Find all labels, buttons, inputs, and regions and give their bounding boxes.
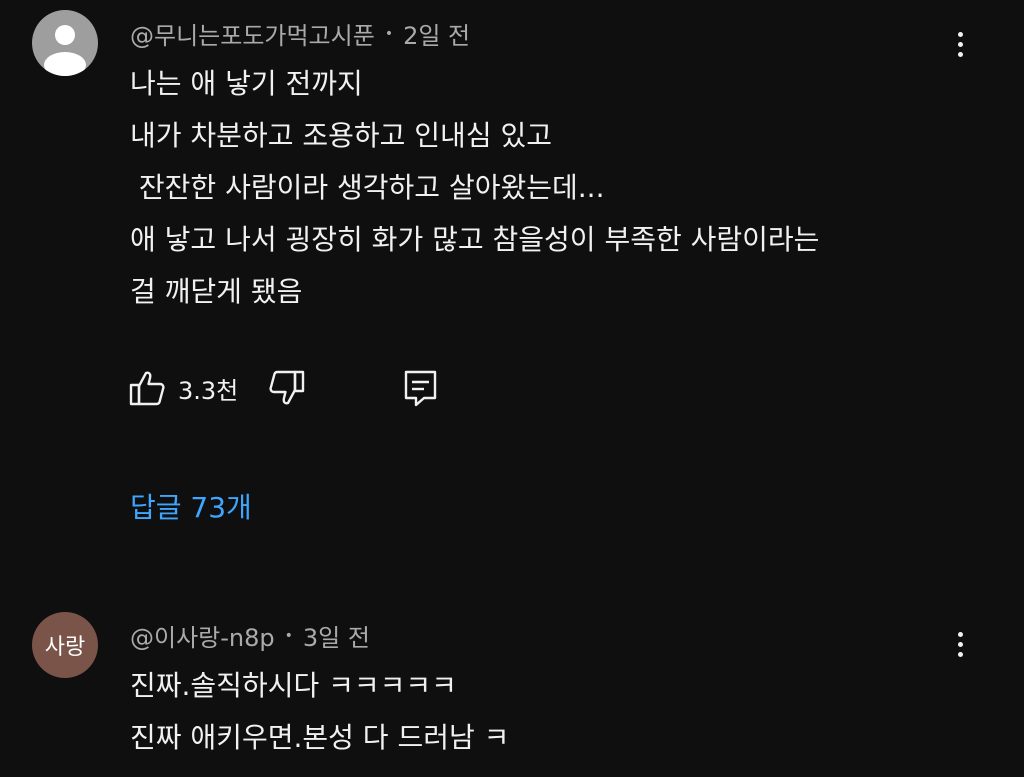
comment-actions: 3.3천 — [128, 368, 440, 408]
more-vert-dot — [957, 41, 963, 47]
comment-line: 애 낳고 나서 굉장히 화가 많고 참을성이 부족한 사람이라는 — [130, 223, 820, 256]
more-vert-dot — [957, 641, 963, 647]
reply-icon — [405, 370, 437, 407]
comment-line: 나는 애 낳기 전까지 — [130, 67, 363, 100]
more-vert-icon — [957, 631, 963, 637]
author-handle[interactable]: @무니는포도가먹고시푼 — [130, 16, 375, 51]
more-vert-dot — [957, 51, 963, 57]
comment-text: 나는 애 낳기 전까지 내가 차분하고 조용하고 인내심 있고 잔잔한 사람이라… — [130, 58, 990, 318]
like-count: 3.3천 — [178, 376, 239, 405]
default-person-icon — [44, 25, 86, 76]
comment-time[interactable]: 2일 전 — [403, 16, 470, 51]
more-options-button[interactable] — [946, 624, 974, 664]
comment-time[interactable]: 3일 전 — [303, 618, 370, 653]
avatar-text: 사랑 — [44, 635, 86, 660]
comment-line: 내가 차분하고 조용하고 인내심 있고 — [130, 119, 553, 152]
thumbs-up-icon — [129, 371, 165, 406]
meta-separator: • — [384, 25, 394, 42]
comment-line: 잔잔한 사람이라 생각하고 살아왔는데... — [130, 171, 605, 204]
more-vert-dot — [957, 651, 963, 657]
view-replies-button[interactable]: 답글 73개 — [130, 486, 252, 526]
author-handle[interactable]: @이사랑-n8p — [130, 618, 275, 653]
like-button[interactable] — [128, 368, 166, 408]
avatar[interactable] — [32, 10, 98, 76]
more-vert-icon — [957, 31, 963, 37]
dislike-button[interactable] — [268, 368, 306, 408]
reply-button[interactable] — [402, 368, 440, 408]
thumbs-down-icon — [269, 370, 305, 405]
avatar[interactable]: 사랑 — [32, 612, 98, 678]
comment-line: 진짜 애키우면.본성 다 드러남 ㅋ — [130, 721, 510, 754]
comment-meta: @이사랑-n8p • 3일 전 — [130, 618, 370, 653]
comment-line: 진짜.솔직하시다 ㅋㅋㅋㅋㅋ — [130, 669, 457, 702]
meta-separator: • — [284, 627, 293, 644]
comment-text: 진짜.솔직하시다 ㅋㅋㅋㅋㅋ 진짜 애키우면.본성 다 드러남 ㅋ — [130, 660, 990, 764]
comment-line: 걸 깨닫게 됐음 — [130, 275, 303, 308]
comment-meta: @무니는포도가먹고시푼 • 2일 전 — [130, 16, 470, 51]
